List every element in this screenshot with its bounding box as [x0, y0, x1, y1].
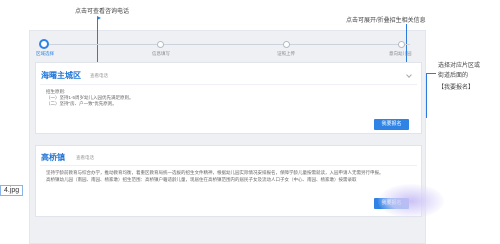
signup-button[interactable]: 我要报名 — [374, 119, 409, 130]
chevron-down-icon[interactable] — [406, 72, 412, 78]
annotation-line: 【我要报名】 — [438, 85, 475, 91]
area-card-gaoqiao: 高桥镇 查看电话 坚持学龄前教育与综合办学，推动教育均衡，着重区教育局统一选拔的… — [35, 145, 422, 217]
highlight-glow — [378, 184, 444, 218]
area-card-haishu: 海曙主城区 查看电话 招生原则: （一）坚持1-5周岁幼儿入园优先满足原则。 （… — [35, 62, 422, 134]
annotation-line: 街道后面的 — [438, 73, 469, 79]
annotation-arrow-signup-stem — [426, 73, 427, 118]
step-4-label: 意向幼儿园 — [389, 51, 412, 56]
annotation-toggle-info: 点击可展开/折叠招生相关信息 — [346, 18, 426, 24]
card-divider — [40, 84, 417, 85]
file-name-label: 4.jpg — [0, 185, 24, 196]
policy-line-2: （二）坚持"房、户一致"优先原则。 — [46, 101, 117, 106]
annotation-arrow-signup — [426, 73, 436, 74]
step-3-dot[interactable] — [283, 41, 290, 48]
step-2-dot[interactable] — [157, 41, 164, 48]
area-title: 高桥镇 — [41, 153, 65, 162]
stepper-track — [44, 44, 410, 45]
step-1-label: 区域选择 — [36, 51, 54, 56]
annotation-consult-phone: 点击可查看咨询电话 — [75, 9, 130, 15]
step-4-dot[interactable] — [398, 41, 405, 48]
annotation-line: 选择对应片区或 — [438, 63, 481, 69]
view-phone-link[interactable]: 查看电话 — [90, 73, 108, 79]
policy-text-line-2: 高桥镇幼儿园（南园、南园、杨家墩）招生范围：高桥镇户籍适龄儿童，现居住在高桥镇范… — [46, 177, 357, 182]
step-2-label: 信息填写 — [152, 51, 170, 56]
card-divider — [40, 165, 417, 166]
area-title: 海曙主城区 — [41, 71, 81, 80]
annotation-select-area: 选择对应片区或 街道后面的 【我要报名】 — [438, 61, 500, 93]
step-1-dot[interactable] — [39, 39, 49, 49]
step-3-label: 证照上传 — [277, 51, 295, 56]
policy-text-line-1: 坚持学龄前教育与综合办学，推动教育均衡，着重区教育局统一选拔的招生文件精神，根据… — [46, 170, 384, 175]
view-phone-link[interactable]: 查看电话 — [76, 155, 94, 161]
